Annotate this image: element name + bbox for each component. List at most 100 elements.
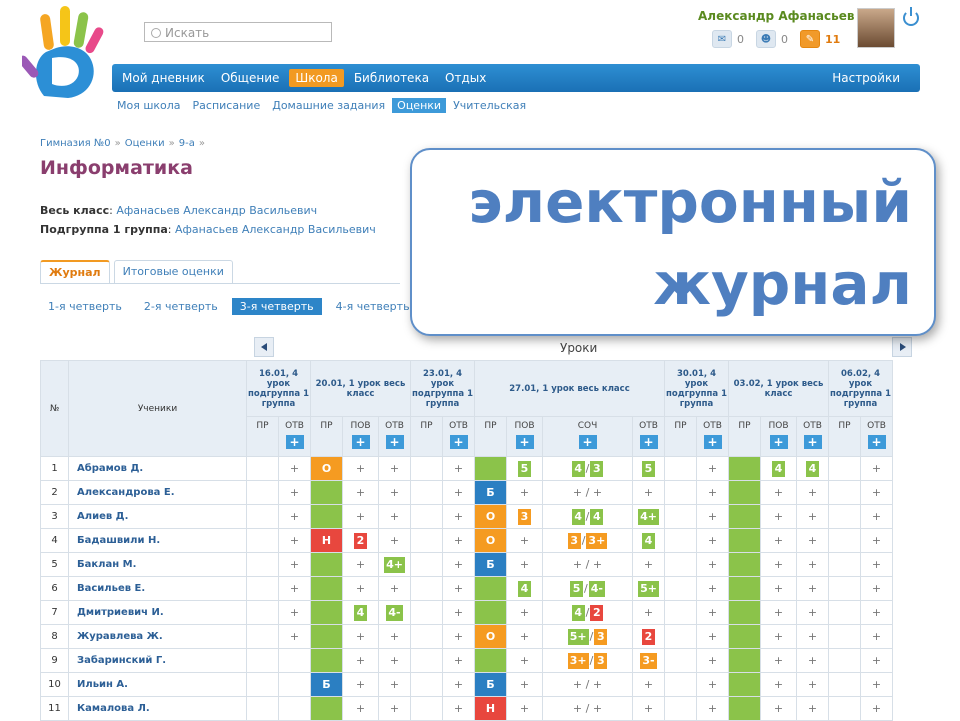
grade-cell[interactable]: +: [378, 672, 411, 697]
grade-cell[interactable]: +: [760, 624, 797, 649]
grade-mark[interactable]: 5: [570, 580, 584, 597]
grade-cell[interactable]: +: [278, 480, 311, 505]
grade-mark[interactable]: 4: [571, 508, 585, 525]
grade-cell[interactable]: + / +: [542, 552, 633, 577]
grade-cell[interactable]: [828, 624, 861, 649]
grade-cell[interactable]: О: [474, 504, 507, 529]
grade-cell[interactable]: +: [860, 600, 893, 625]
grade-cell[interactable]: +: [506, 672, 543, 697]
student-name-link[interactable]: Александрова Е.: [68, 480, 247, 505]
grade-cell[interactable]: [410, 480, 443, 505]
grade-cell[interactable]: +: [760, 576, 797, 601]
grade-mark[interactable]: 4-: [386, 604, 403, 621]
grade-cell[interactable]: [664, 672, 697, 697]
add-grade-button[interactable]: +: [351, 435, 370, 449]
student-name-link[interactable]: Абрамов Д.: [68, 456, 247, 481]
grade-cell[interactable]: +: [378, 576, 411, 601]
grade-cell[interactable]: [310, 504, 343, 529]
grade-cell[interactable]: +: [342, 696, 379, 721]
grade-mark[interactable]: 4: [571, 460, 585, 477]
grade-cell[interactable]: +: [632, 600, 665, 625]
grade-cell[interactable]: 4+: [632, 504, 665, 529]
student-name-link[interactable]: Баклан М.: [68, 552, 247, 577]
grade-cell[interactable]: 3-: [632, 648, 665, 673]
search-input[interactable]: Искать: [144, 22, 332, 42]
grade-cell[interactable]: +: [860, 456, 893, 481]
grade-cell[interactable]: +: [378, 480, 411, 505]
grade-cell[interactable]: +: [760, 600, 797, 625]
grade-cell[interactable]: [828, 648, 861, 673]
grade-mark[interactable]: 3+: [586, 532, 608, 549]
grade-cell[interactable]: + / +: [542, 672, 633, 697]
student-name-link[interactable]: Алиев Д.: [68, 504, 247, 529]
grade-cell[interactable]: 4: [632, 528, 665, 553]
lesson-date-header[interactable]: 27.01, 1 урок весь класс: [474, 360, 665, 417]
grade-mark[interactable]: 3-: [640, 652, 657, 669]
grade-cell[interactable]: [246, 624, 279, 649]
grade-mark[interactable]: 4-: [588, 580, 605, 597]
grade-cell[interactable]: +: [442, 672, 475, 697]
grade-cell[interactable]: +: [442, 600, 475, 625]
grade-cell[interactable]: [278, 696, 311, 721]
grade-mark[interactable]: 3: [567, 532, 581, 549]
grade-cell[interactable]: +: [860, 504, 893, 529]
grade-cell[interactable]: [728, 528, 761, 553]
grade-mark[interactable]: 3: [594, 652, 608, 669]
grade-cell[interactable]: [728, 648, 761, 673]
grade-cell[interactable]: [664, 528, 697, 553]
grade-cell[interactable]: +: [860, 672, 893, 697]
grade-cell[interactable]: 2: [632, 624, 665, 649]
grade-cell[interactable]: +: [860, 576, 893, 601]
grade-cell[interactable]: +: [760, 528, 797, 553]
grade-cell[interactable]: [664, 456, 697, 481]
grade-cell[interactable]: +: [442, 648, 475, 673]
grade-cell[interactable]: +: [378, 456, 411, 481]
lesson-date-header[interactable]: 30.01, 4 урок подгруппа 1 группа: [664, 360, 729, 417]
student-name-link[interactable]: Дмитриевич И.: [68, 600, 247, 625]
grade-mark[interactable]: 5: [518, 460, 531, 477]
subnav-homework[interactable]: Домашние задания: [267, 98, 390, 113]
grade-cell[interactable]: [664, 648, 697, 673]
grade-cell[interactable]: [474, 648, 507, 673]
grade-cell[interactable]: Б: [310, 672, 343, 697]
grade-cell[interactable]: +: [760, 672, 797, 697]
grade-cell[interactable]: +: [696, 624, 729, 649]
grade-cell[interactable]: +: [860, 528, 893, 553]
grade-cell[interactable]: [246, 504, 279, 529]
grade-cell[interactable]: +: [860, 696, 893, 721]
add-grade-button[interactable]: +: [515, 435, 534, 449]
add-grade-button[interactable]: +: [803, 435, 822, 449]
grade-cell[interactable]: +: [696, 648, 729, 673]
grade-mark[interactable]: 4+: [384, 556, 405, 573]
quarter-4[interactable]: 4-я четверть: [328, 298, 418, 315]
grade-cell[interactable]: +: [796, 648, 829, 673]
grade-cell[interactable]: [246, 672, 279, 697]
grade-cell[interactable]: [310, 624, 343, 649]
grade-cell[interactable]: О: [474, 528, 507, 553]
power-icon[interactable]: [903, 7, 919, 26]
group-teacher-link[interactable]: Афанасьев Александр Васильевич: [175, 223, 376, 236]
grade-cell[interactable]: +: [342, 624, 379, 649]
nav-library[interactable]: Библиотека: [348, 69, 435, 87]
grade-cell[interactable]: +: [442, 624, 475, 649]
grade-mark[interactable]: 4: [806, 460, 819, 477]
grade-cell[interactable]: 5+: [632, 576, 665, 601]
grade-cell[interactable]: Н: [310, 528, 343, 553]
logo-hand-icon[interactable]: [22, 4, 112, 100]
grade-cell[interactable]: 4: [796, 456, 829, 481]
nav-my-diary[interactable]: Мой дневник: [116, 69, 211, 87]
nav-communication[interactable]: Общение: [215, 69, 286, 87]
grade-cell[interactable]: [278, 672, 311, 697]
grade-cell[interactable]: +: [506, 696, 543, 721]
grade-cell[interactable]: +: [506, 552, 543, 577]
grade-cell[interactable]: [246, 696, 279, 721]
grade-cell[interactable]: [310, 696, 343, 721]
grade-cell[interactable]: +: [860, 648, 893, 673]
grade-cell[interactable]: +: [696, 672, 729, 697]
grade-cell[interactable]: +: [860, 480, 893, 505]
grade-cell[interactable]: +: [796, 672, 829, 697]
nav-leisure[interactable]: Отдых: [439, 69, 492, 87]
grade-cell[interactable]: [728, 696, 761, 721]
breadcrumb-item[interactable]: Гимназия №0: [40, 138, 111, 149]
grade-cell[interactable]: +: [696, 696, 729, 721]
